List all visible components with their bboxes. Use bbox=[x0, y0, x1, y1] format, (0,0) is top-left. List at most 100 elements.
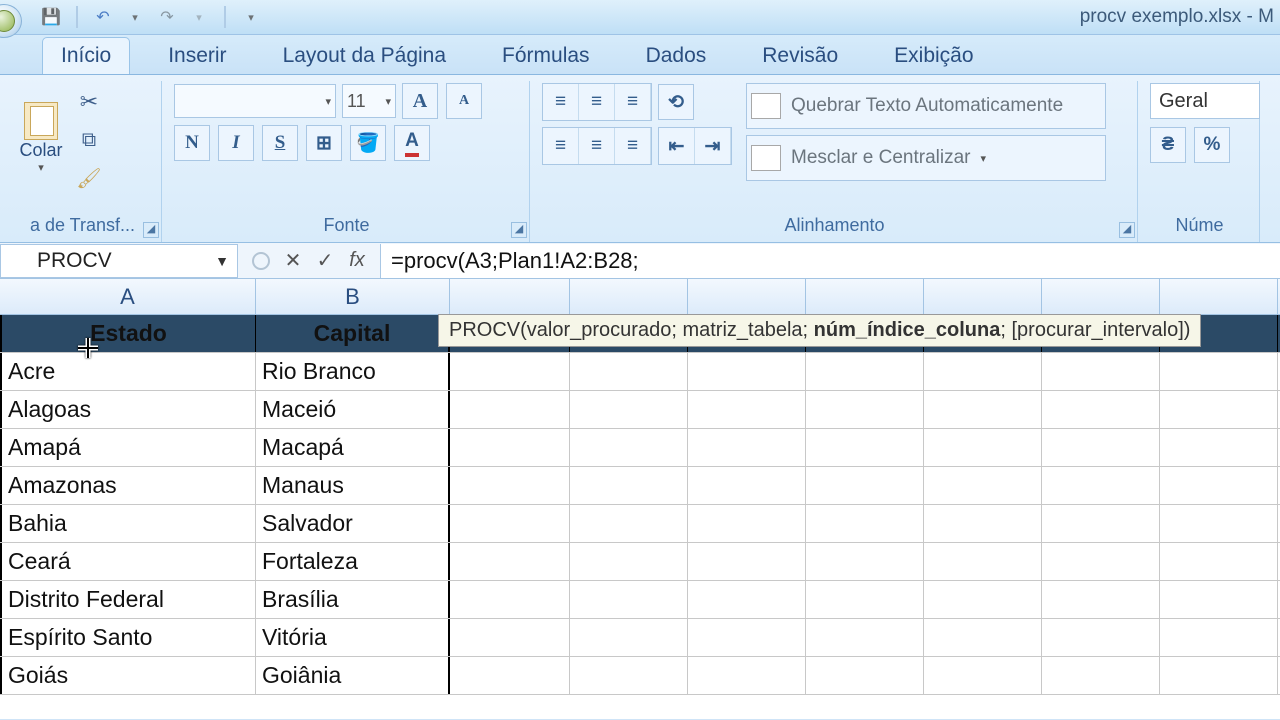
merge-center-button[interactable]: Mesclar e Centralizar ▾ bbox=[746, 135, 1106, 181]
undo-dropdown-icon[interactable]: ▾ bbox=[124, 6, 146, 28]
cell[interactable] bbox=[924, 467, 1042, 504]
cell[interactable] bbox=[1160, 581, 1278, 618]
font-color-button[interactable]: A bbox=[394, 125, 430, 161]
orientation-button[interactable]: ⟲ bbox=[658, 84, 694, 120]
tab-inserir[interactable]: Inserir bbox=[150, 38, 244, 74]
cell[interactable] bbox=[688, 619, 806, 656]
cancel-formula-button[interactable] bbox=[248, 248, 274, 274]
cell[interactable] bbox=[1042, 505, 1160, 542]
tab-exibicao[interactable]: Exibição bbox=[876, 38, 991, 74]
cell[interactable] bbox=[570, 467, 688, 504]
tab-inicio[interactable]: Início bbox=[42, 37, 130, 74]
format-painter-button[interactable]: 🖌 bbox=[72, 163, 106, 193]
cell-capital[interactable]: Vitória bbox=[256, 619, 450, 656]
cell[interactable] bbox=[1042, 619, 1160, 656]
align-center-button[interactable]: ≡ bbox=[579, 128, 615, 164]
align-right-button[interactable]: ≡ bbox=[615, 128, 651, 164]
increase-indent-button[interactable]: ⇥ bbox=[695, 128, 731, 164]
cell[interactable] bbox=[688, 657, 806, 694]
shrink-font-button[interactable]: A bbox=[446, 83, 482, 119]
accounting-format-button[interactable]: ₴ bbox=[1150, 127, 1186, 163]
cell[interactable] bbox=[450, 581, 570, 618]
cell-estado[interactable]: Acre bbox=[0, 353, 256, 390]
cancel-button[interactable]: ✕ bbox=[280, 248, 306, 274]
cell[interactable] bbox=[1160, 619, 1278, 656]
cell[interactable] bbox=[1042, 391, 1160, 428]
header-estado[interactable]: Estado bbox=[0, 315, 256, 352]
column-header[interactable] bbox=[450, 279, 570, 314]
cell-estado[interactable]: Alagoas bbox=[0, 391, 256, 428]
cell[interactable] bbox=[570, 581, 688, 618]
insert-function-button[interactable]: fx bbox=[344, 248, 370, 274]
align-top-button[interactable]: ≡ bbox=[543, 84, 579, 120]
column-header[interactable] bbox=[688, 279, 806, 314]
cell[interactable] bbox=[1160, 467, 1278, 504]
cell[interactable] bbox=[806, 467, 924, 504]
cell-capital[interactable]: Macapá bbox=[256, 429, 450, 466]
tab-layout[interactable]: Layout da Página bbox=[265, 38, 464, 74]
cell[interactable] bbox=[806, 619, 924, 656]
cell[interactable] bbox=[570, 429, 688, 466]
cell-capital[interactable]: Brasília bbox=[256, 581, 450, 618]
cell[interactable] bbox=[924, 429, 1042, 466]
cell[interactable] bbox=[570, 391, 688, 428]
cell-capital[interactable]: Manaus bbox=[256, 467, 450, 504]
cell[interactable] bbox=[924, 581, 1042, 618]
cell-estado[interactable]: Ceará bbox=[0, 543, 256, 580]
cell[interactable] bbox=[688, 543, 806, 580]
name-box[interactable]: PROCV ▼ bbox=[0, 244, 238, 278]
formula-input[interactable]: =procv(A3;Plan1!A2:B28; bbox=[381, 244, 1280, 278]
grow-font-button[interactable]: A bbox=[402, 83, 438, 119]
cell[interactable] bbox=[1042, 543, 1160, 580]
cell[interactable] bbox=[688, 467, 806, 504]
cell[interactable] bbox=[688, 353, 806, 390]
align-bottom-button[interactable]: ≡ bbox=[615, 84, 651, 120]
copy-button[interactable]: ⧉ bbox=[72, 125, 106, 155]
bold-button[interactable]: N bbox=[174, 125, 210, 161]
enter-button[interactable]: ✓ bbox=[312, 248, 338, 274]
paste-button[interactable]: Colar ▾ bbox=[14, 83, 68, 193]
cell[interactable] bbox=[806, 353, 924, 390]
cell[interactable] bbox=[1160, 657, 1278, 694]
cell[interactable] bbox=[688, 505, 806, 542]
cell[interactable] bbox=[1042, 581, 1160, 618]
save-icon[interactable]: 💾 bbox=[40, 6, 62, 28]
column-header[interactable] bbox=[1160, 279, 1278, 314]
column-header[interactable] bbox=[924, 279, 1042, 314]
borders-button[interactable]: ⊞ bbox=[306, 125, 342, 161]
cell[interactable] bbox=[806, 505, 924, 542]
column-header[interactable] bbox=[806, 279, 924, 314]
cell[interactable] bbox=[924, 657, 1042, 694]
cell[interactable] bbox=[450, 391, 570, 428]
cell[interactable] bbox=[688, 391, 806, 428]
undo-icon[interactable]: ↶ bbox=[92, 6, 114, 28]
cell[interactable] bbox=[806, 543, 924, 580]
cell[interactable] bbox=[450, 543, 570, 580]
cell[interactable] bbox=[924, 353, 1042, 390]
cell[interactable] bbox=[924, 391, 1042, 428]
cell[interactable] bbox=[1160, 353, 1278, 390]
cell-capital[interactable]: Salvador bbox=[256, 505, 450, 542]
cell[interactable] bbox=[570, 505, 688, 542]
number-format-combo[interactable]: Geral bbox=[1150, 83, 1260, 119]
cell[interactable] bbox=[688, 581, 806, 618]
cell[interactable] bbox=[1160, 429, 1278, 466]
cell[interactable] bbox=[570, 619, 688, 656]
cell[interactable] bbox=[1042, 657, 1160, 694]
italic-button[interactable]: I bbox=[218, 125, 254, 161]
paste-dropdown-icon[interactable]: ▾ bbox=[38, 161, 44, 174]
cell[interactable] bbox=[1160, 543, 1278, 580]
redo-icon[interactable]: ↷ bbox=[156, 6, 178, 28]
cell[interactable] bbox=[570, 353, 688, 390]
cell[interactable] bbox=[1160, 391, 1278, 428]
align-middle-button[interactable]: ≡ bbox=[579, 84, 615, 120]
cell[interactable] bbox=[450, 467, 570, 504]
cell[interactable] bbox=[1160, 505, 1278, 542]
decrease-indent-button[interactable]: ⇤ bbox=[659, 128, 695, 164]
cut-button[interactable]: ✂ bbox=[72, 87, 106, 117]
cell[interactable] bbox=[924, 619, 1042, 656]
cell[interactable] bbox=[1042, 467, 1160, 504]
tab-dados[interactable]: Dados bbox=[628, 38, 725, 74]
cell-estado[interactable]: Amazonas bbox=[0, 467, 256, 504]
percent-format-button[interactable]: % bbox=[1194, 127, 1230, 163]
